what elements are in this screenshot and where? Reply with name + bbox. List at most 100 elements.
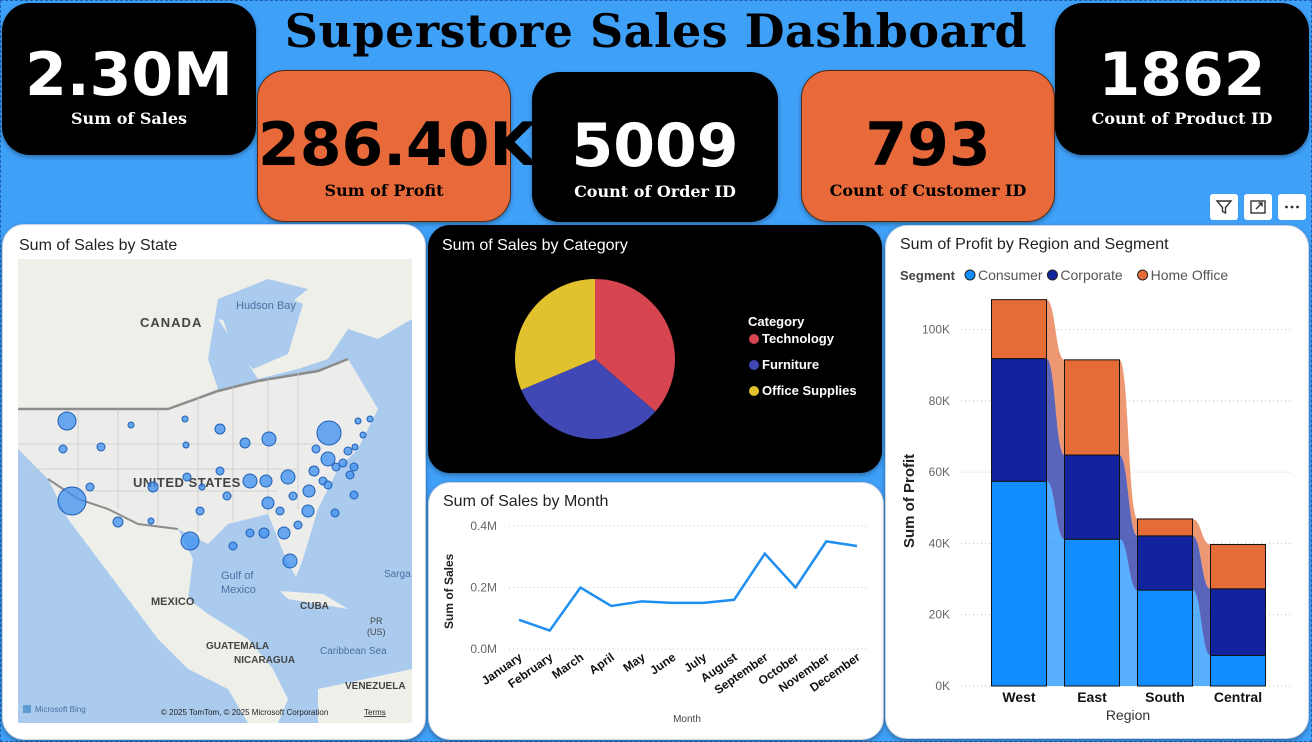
map-bubble: [258, 527, 270, 539]
map-bubble: [323, 480, 333, 490]
line-ytick: 0.4M: [470, 519, 497, 533]
map-bubble: [112, 516, 124, 528]
map-bubble: [288, 491, 298, 501]
map-label-pr-us: (US): [367, 627, 386, 637]
map-bubble: [239, 437, 251, 449]
map-label-nicaragua: NICARAGUA: [234, 655, 295, 666]
map-bubble: [214, 423, 226, 435]
map-bubble: [301, 504, 315, 518]
bar-segment[interactable]: [1210, 654, 1266, 687]
map-bubble: [181, 415, 189, 423]
map-bubble: [180, 531, 200, 551]
filter-icon[interactable]: [1210, 194, 1238, 220]
month-line-panel[interactable]: Sum of Sales by Month 0.0M 0.2M 0.4M Janua…: [428, 482, 884, 740]
bar-segment[interactable]: [1064, 359, 1120, 456]
map-panel[interactable]: Sum of Sales by State CANADA Hudson Bay …: [2, 224, 426, 740]
bar-xtick: South: [1145, 689, 1185, 705]
bar-ytick: 20K: [929, 608, 950, 622]
map-label-gulf-mexico: Mexico: [221, 584, 256, 596]
map-bubble: [182, 472, 192, 482]
bar-segment[interactable]: [1210, 544, 1266, 590]
kpi-count-of-order-id[interactable]: 5009 Count of Order ID: [532, 72, 778, 222]
map-bubble: [308, 465, 320, 477]
map-bubble: [302, 484, 316, 498]
map-bubble: [58, 444, 68, 454]
pie-legend-title: Category: [748, 314, 805, 329]
pie-legend-label: Technology: [762, 331, 835, 346]
map-bubble: [147, 481, 159, 493]
svg-text:Microsoft Bing: Microsoft Bing: [35, 705, 86, 714]
kpi-label: Count of Customer ID: [829, 181, 1027, 200]
bar-segment[interactable]: [1064, 454, 1120, 540]
kpi-label: Sum of Profit: [324, 181, 444, 200]
stacked-bar-chart[interactable]: Segment Consumer Corporate Home Office 0K 2…: [886, 226, 1308, 738]
map-bubble: [228, 541, 238, 551]
kpi-label: Count of Product ID: [1091, 109, 1273, 128]
bar-ytick: 100K: [922, 323, 950, 337]
map-bubble: [198, 483, 206, 491]
kpi-count-of-product-id[interactable]: 1862 Count of Product ID: [1055, 3, 1309, 155]
map-label-canada: CANADA: [140, 315, 202, 330]
map-bubble: [277, 526, 291, 540]
line-ytick: 0.0M: [470, 642, 497, 656]
map-label-hudson-bay: Hudson Bay: [236, 300, 296, 312]
kpi-value: 2.30M: [25, 40, 233, 110]
line-ylabel: Sum of Sales: [442, 553, 456, 629]
visual-header-toolbar: [1210, 194, 1306, 220]
bar-ytick: 80K: [929, 394, 950, 408]
pie-chart[interactable]: Category Technology Furniture Office Suppl…: [428, 225, 882, 473]
line-xtick: March: [549, 650, 586, 682]
bar-xtick: West: [1002, 689, 1036, 705]
map-label-cuba: CUBA: [300, 601, 329, 612]
bar-xlabel: Region: [1106, 707, 1150, 723]
bar-segment[interactable]: [991, 358, 1047, 482]
kpi-label: Sum of Sales: [71, 109, 187, 128]
map-title: Sum of Sales by State: [19, 237, 178, 254]
map-attribution: © 2025 TomTom, © 2025 Microsoft Corporat…: [161, 708, 328, 717]
category-pie-panel[interactable]: Sum of Sales by Category Category Techno…: [428, 225, 882, 473]
map-bubble: [261, 496, 275, 510]
bar-segment[interactable]: [991, 480, 1047, 687]
kpi-sum-of-sales[interactable]: 2.30M Sum of Sales: [2, 3, 256, 155]
line-ytick: 0.2M: [470, 581, 497, 595]
map-canvas[interactable]: CANADA Hudson Bay UNITED STATES MEXICO G…: [18, 259, 412, 723]
region-segment-panel[interactable]: Sum of Profit by Region and Segment Segm…: [885, 225, 1309, 739]
more-options-icon[interactable]: [1278, 194, 1306, 220]
map-label-sarga: Sarga: [384, 569, 411, 580]
map-bubble: [354, 417, 362, 425]
kpi-count-of-customer-id[interactable]: 793 Count of Customer ID: [801, 70, 1055, 222]
bar-ytick: 0K: [935, 679, 950, 693]
pie-legend-marker: [749, 334, 759, 344]
kpi-value: 793: [865, 110, 991, 180]
bar-segment[interactable]: [1064, 538, 1120, 687]
bar-segment[interactable]: [1210, 588, 1266, 656]
line-xtick: May: [620, 650, 647, 675]
kpi-label: Count of Order ID: [574, 182, 736, 201]
map-bubble: [330, 508, 340, 518]
map-bubble: [366, 415, 374, 423]
bar-segment[interactable]: [991, 299, 1047, 360]
map-bubble: [215, 466, 225, 476]
kpi-value: 286.40K: [258, 110, 537, 180]
line-chart[interactable]: 0.0M0.2M0.4M JanuaryFebruaryMarch April Ma…: [429, 483, 883, 739]
pie-legend-marker: [749, 360, 759, 370]
map-bubble: [280, 469, 296, 485]
map-terms-link: Terms: [364, 708, 386, 717]
map-label-caribbean: Caribbean Sea: [320, 646, 387, 657]
bar-legend-label: Corporate: [1060, 267, 1122, 283]
map-bubble: [316, 420, 342, 446]
bar-segment[interactable]: [1137, 589, 1193, 687]
bar-segment[interactable]: [1137, 518, 1193, 537]
bar-segment[interactable]: [1137, 535, 1193, 591]
map-bubble: [182, 441, 190, 449]
pie-legend-label: Office Supplies: [762, 383, 857, 398]
kpi-sum-of-profit[interactable]: 286.40K Sum of Profit: [257, 70, 537, 222]
bar-legend-marker: [1046, 269, 1058, 281]
map-bubble: [351, 443, 359, 451]
focus-mode-icon[interactable]: [1244, 194, 1272, 220]
map-label-mexico: MEXICO: [151, 596, 195, 608]
map-bubble: [349, 490, 359, 500]
map-bubble: [147, 517, 155, 525]
map-bubble: [338, 458, 348, 468]
map-bubble: [343, 446, 353, 456]
